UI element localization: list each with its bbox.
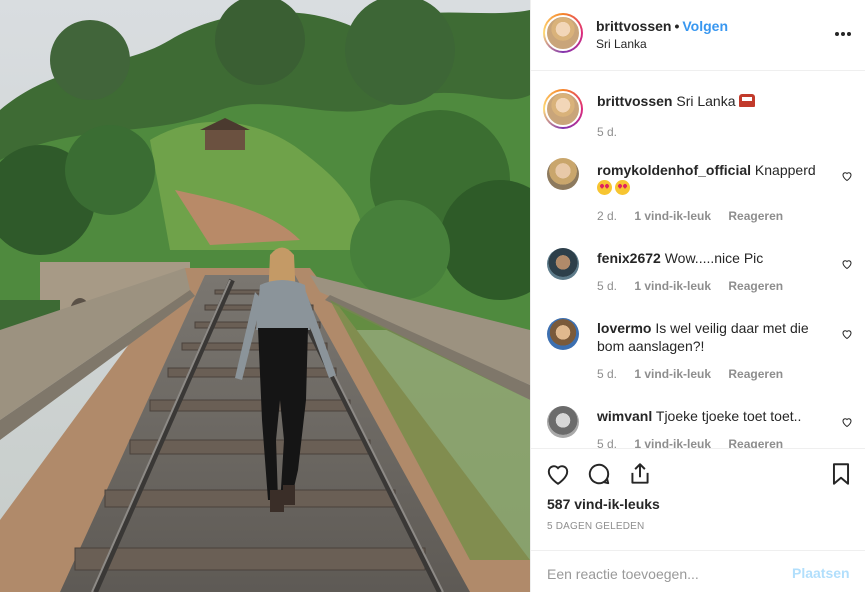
- caption-age[interactable]: 5 d.: [597, 125, 617, 139]
- comment-meta: 5 d. 1 vind-ik-leuk Reageren: [597, 279, 797, 293]
- comment-age[interactable]: 5 d.: [597, 279, 617, 293]
- caption-meta: 5 d.: [597, 125, 631, 139]
- post-header: brittvossen • Volgen Sri Lanka: [531, 0, 865, 71]
- bookmark-icon[interactable]: [828, 461, 854, 487]
- add-comment-bar: Plaatsen: [531, 550, 865, 594]
- post-photo[interactable]: [0, 0, 530, 592]
- comment-text: Tjoeke tjoeke toet toet..: [655, 408, 802, 424]
- share-icon[interactable]: [627, 461, 653, 487]
- comment-text: Knapperd: [754, 162, 816, 178]
- comment-age[interactable]: 2 d.: [597, 209, 617, 223]
- heart-eyes-emoji-icon: [597, 180, 612, 195]
- comment-likes[interactable]: 1 vind-ik-leuk: [634, 437, 711, 448]
- reply-button[interactable]: Reageren: [728, 279, 783, 293]
- caption-username[interactable]: brittvossen: [597, 93, 672, 109]
- comment-avatar[interactable]: [547, 318, 579, 350]
- post-comment-button[interactable]: Plaatsen: [792, 565, 850, 581]
- comment-username[interactable]: wimvanl: [597, 408, 652, 424]
- comment-username[interactable]: fenix2672: [597, 250, 661, 266]
- railway-photo-illustration: [0, 0, 530, 592]
- comment-like-heart-icon[interactable]: [841, 170, 853, 182]
- header-username-line: brittvossen • Volgen: [596, 18, 728, 34]
- reply-button[interactable]: Reageren: [728, 437, 783, 448]
- post-location[interactable]: Sri Lanka: [596, 37, 647, 51]
- comment-avatar[interactable]: [547, 248, 579, 280]
- header-separator: •: [674, 18, 680, 34]
- reply-button[interactable]: Reageren: [728, 209, 783, 223]
- comment-likes[interactable]: 1 vind-ik-leuk: [634, 209, 711, 223]
- comment-avatar[interactable]: [547, 406, 579, 438]
- post-timestamp[interactable]: 5 DAGEN GELEDEN: [547, 521, 644, 532]
- heart-eyes-emoji-icon: [615, 180, 630, 195]
- comment-likes[interactable]: 1 vind-ik-leuk: [634, 279, 711, 293]
- comment-meta: 5 d. 1 vind-ik-leuk Reageren: [597, 367, 797, 381]
- comment-age[interactable]: 5 d.: [597, 437, 617, 448]
- comment-text: Wow.....nice Pic: [664, 250, 764, 266]
- comment-text-line: fenix2672 Wow.....nice Pic: [597, 249, 833, 267]
- comment-input[interactable]: [547, 563, 777, 585]
- comment-username[interactable]: romykoldenhof_official: [597, 162, 751, 178]
- reply-button[interactable]: Reageren: [728, 367, 783, 381]
- heart-icon[interactable]: [545, 461, 571, 487]
- follow-button[interactable]: Volgen: [682, 18, 728, 34]
- author-avatar[interactable]: [543, 13, 583, 53]
- more-horizontal-icon[interactable]: [833, 24, 853, 44]
- comment-meta: 2 d. 1 vind-ik-leuk Reageren: [597, 209, 797, 223]
- comment-like-heart-icon[interactable]: [841, 416, 853, 428]
- comment-like-heart-icon[interactable]: [841, 328, 853, 340]
- train-emoji-icon: [739, 94, 756, 107]
- caption-avatar[interactable]: [543, 89, 583, 129]
- post-sidebar: brittvossen • Volgen Sri Lanka brittvossen…: [530, 0, 865, 592]
- comment-text-line: lovermo Is wel veilig daar met die bom a…: [597, 319, 833, 355]
- comment-username[interactable]: lovermo: [597, 320, 651, 336]
- instagram-post: brittvossen • Volgen Sri Lanka brittvossen…: [0, 0, 865, 592]
- author-username[interactable]: brittvossen: [596, 18, 671, 34]
- post-actions: 587 vind-ik-leuks 5 DAGEN GELEDEN Plaats…: [531, 448, 865, 598]
- caption-text-line: brittvossen Sri Lanka: [597, 92, 833, 110]
- comment-avatar[interactable]: [547, 158, 579, 190]
- comment-like-heart-icon[interactable]: [841, 258, 853, 270]
- comment-meta: 5 d. 1 vind-ik-leuk Reageren: [597, 437, 797, 448]
- comment-text-line: wimvanl Tjoeke tjoeke toet toet..: [597, 407, 833, 425]
- comments-section[interactable]: brittvossen Sri Lanka 5 d. romykoldenhof…: [531, 72, 865, 448]
- like-count[interactable]: 587 vind-ik-leuks: [547, 496, 660, 512]
- comment-text-line: romykoldenhof_official Knapperd: [597, 161, 837, 197]
- comment-likes[interactable]: 1 vind-ik-leuk: [634, 367, 711, 381]
- comment-age[interactable]: 5 d.: [597, 367, 617, 381]
- comment-icon[interactable]: [586, 461, 612, 487]
- caption-text: Sri Lanka: [676, 93, 736, 109]
